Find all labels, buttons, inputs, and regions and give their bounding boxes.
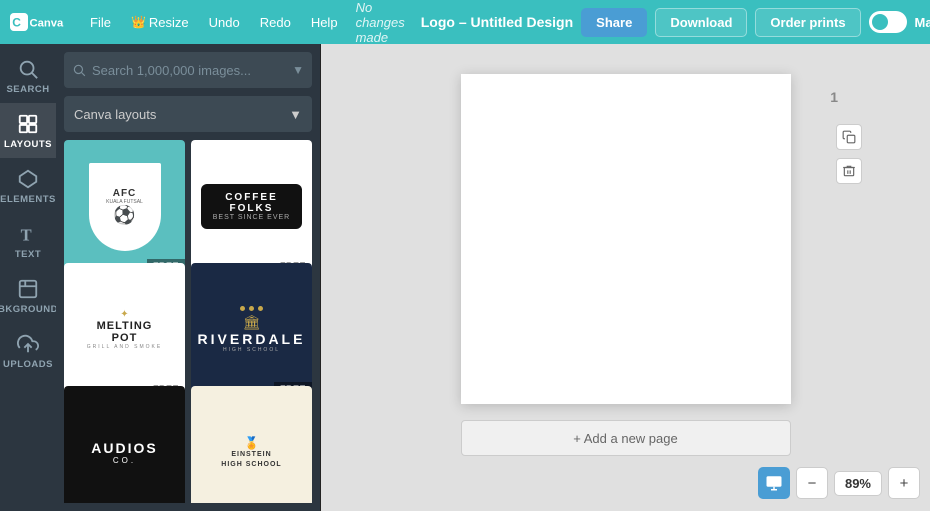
main-layout: SEARCH LAYOUTS ELEMENTS T TEXT bbox=[0, 44, 930, 511]
sidebar-item-text[interactable]: T TEXT bbox=[0, 213, 56, 268]
zoom-out-button[interactable]: − bbox=[796, 467, 828, 499]
trash-icon bbox=[842, 164, 856, 178]
sidebar-item-uploads[interactable]: UPLOADS bbox=[0, 323, 56, 378]
crown-icon: 👑 bbox=[131, 15, 146, 29]
sidebar-icons: SEARCH LAYOUTS ELEMENTS T TEXT bbox=[0, 44, 56, 511]
canvas-area: + Add a new page 1 bbox=[321, 44, 930, 511]
list-item[interactable]: AFC KUALA FUTSAL ⚽ FREE bbox=[64, 140, 185, 273]
sidebar-item-search[interactable]: SEARCH bbox=[0, 48, 56, 103]
add-page-button[interactable]: + Add a new page bbox=[461, 420, 791, 456]
search-icon bbox=[72, 63, 86, 77]
list-item[interactable]: 🏛 RIVERDALE HIGH SCHOOL FREE bbox=[191, 263, 312, 396]
panel: ▼ Canva layouts ▼ AFC KUALA FUTSAL ⚽ FRE… bbox=[56, 44, 321, 511]
side-tools bbox=[836, 124, 862, 184]
sidebar-item-elements[interactable]: ELEMENTS bbox=[0, 158, 56, 213]
share-button[interactable]: Share bbox=[581, 8, 647, 37]
file-menu[interactable]: File bbox=[84, 11, 117, 34]
topbar: C Canva File 👑 Resize Undo Redo Help No … bbox=[0, 0, 930, 44]
make-public-toggle[interactable]: Make public bbox=[869, 11, 930, 33]
canvas-page[interactable] bbox=[461, 74, 791, 404]
svg-text:Canva: Canva bbox=[30, 18, 65, 30]
sidebar-item-layouts[interactable]: LAYOUTS bbox=[0, 103, 56, 158]
toggle-switch[interactable] bbox=[869, 11, 907, 33]
list-item[interactable]: 🏅 EINSTEINHIGH SCHOOL FREE bbox=[191, 386, 312, 503]
list-item[interactable]: ✦ MELTINGPOT GRILL AND SMOKE FREE bbox=[64, 263, 185, 396]
zoom-bar: − 89% + bbox=[758, 467, 920, 499]
copy-page-button[interactable] bbox=[836, 124, 862, 150]
layouts-grid: AFC KUALA FUTSAL ⚽ FREE COFFEE FOLKS BES… bbox=[64, 140, 312, 503]
design-title: Logo – Untitled Design bbox=[421, 14, 573, 30]
save-status: No changes made bbox=[356, 0, 405, 45]
page-number: 1 bbox=[830, 89, 838, 105]
search-caret: ▼ bbox=[292, 63, 304, 77]
canva-logo[interactable]: C Canva bbox=[10, 8, 70, 36]
make-public-label: Make public bbox=[915, 15, 930, 30]
undo-menu[interactable]: Undo bbox=[203, 11, 246, 34]
sidebar-item-background[interactable]: BKGROUND bbox=[0, 268, 56, 323]
dropdown-arrow-icon: ▼ bbox=[289, 107, 302, 122]
svg-text:T: T bbox=[21, 225, 32, 244]
list-item[interactable]: AUDIOS CO. FREE bbox=[64, 386, 185, 503]
list-item[interactable]: COFFEE FOLKS BEST SINCE EVER FREE bbox=[191, 140, 312, 273]
help-menu[interactable]: Help bbox=[305, 11, 344, 34]
copy-icon bbox=[842, 130, 856, 144]
order-prints-button[interactable]: Order prints bbox=[755, 8, 860, 37]
download-button[interactable]: Download bbox=[655, 8, 747, 37]
search-bar[interactable]: ▼ bbox=[64, 52, 312, 88]
present-icon bbox=[765, 474, 783, 492]
zoom-level: 89% bbox=[834, 471, 882, 496]
layouts-dropdown[interactable]: Canva layouts ▼ bbox=[64, 96, 312, 132]
resize-menu[interactable]: 👑 Resize bbox=[125, 11, 195, 34]
delete-page-button[interactable] bbox=[836, 158, 862, 184]
search-input[interactable] bbox=[92, 63, 286, 78]
redo-menu[interactable]: Redo bbox=[254, 11, 297, 34]
svg-text:C: C bbox=[12, 16, 21, 30]
present-button[interactable] bbox=[758, 467, 790, 499]
zoom-in-button[interactable]: + bbox=[888, 467, 920, 499]
